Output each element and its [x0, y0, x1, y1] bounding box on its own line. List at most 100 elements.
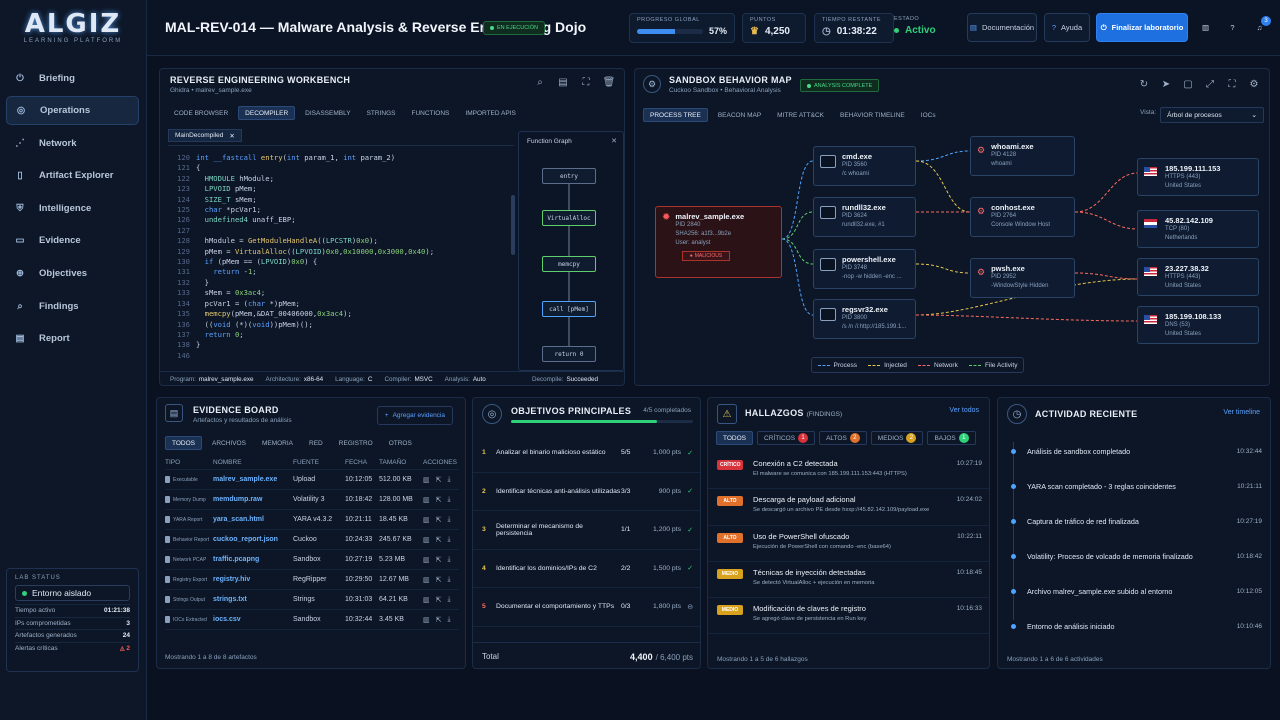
- tab-medios[interactable]: MEDIOS 2: [870, 431, 924, 445]
- delete-icon[interactable]: 🗑: [602, 75, 616, 89]
- sidebar-item-briefing[interactable]: ⏻ Briefing: [6, 64, 139, 93]
- cell-name[interactable]: malrev_sample.exe: [213, 476, 293, 483]
- finish-lab-button[interactable]: ⏻ Finalizar laboratorio: [1096, 13, 1188, 42]
- objective-item[interactable]: 4 Identificar los dominios/IPs de C2 2/2 1,…: [473, 550, 700, 588]
- view-icon[interactable]: ▥: [423, 496, 430, 504]
- process-node[interactable]: powershell.exe PID 3748 -nop -w hidden -en…: [813, 249, 916, 289]
- table-row[interactable]: Memory Dump memdump.raw Volatility 3 10:18:…: [165, 490, 459, 510]
- download-icon[interactable]: ⤓: [448, 616, 451, 624]
- view-icon[interactable]: ▥: [423, 616, 430, 624]
- table-row[interactable]: Network PCAP traffic.pcapng Sandbox 10:27:1…: [165, 550, 459, 570]
- process-node[interactable]: ⚙ whoami.exe PID 4128 whoami: [970, 136, 1075, 176]
- sidebar-item-findings[interactable]: ⌕ Findings: [6, 292, 139, 321]
- graph-node-entry[interactable]: entry: [542, 168, 596, 184]
- decompiled-code[interactable]: 120 int __fastcall entry(int param_1, int…: [168, 153, 514, 363]
- table-row[interactable]: Registry Export registry.hiv RegRipper 10:2…: [165, 570, 459, 590]
- cell-name[interactable]: memdump.raw: [213, 496, 293, 503]
- network-host-node[interactable]: 185.199.111.153 HTTPS (443) United States: [1137, 158, 1259, 196]
- sidebar-item-artifact-explorer[interactable]: ▯ Artifact Explorer: [6, 161, 139, 190]
- sidebar-item-operations[interactable]: ◎ Operations: [6, 96, 139, 125]
- objective-item[interactable]: 5 Documentar el comportamiento y TTPs 0/3 1…: [473, 588, 700, 627]
- tab-archivos[interactable]: ARCHIVOS: [206, 436, 252, 450]
- view-icon[interactable]: ▥: [423, 476, 430, 484]
- tab-críticos[interactable]: CRÍTICOS 1: [757, 431, 816, 445]
- open-icon[interactable]: ⇱: [436, 556, 442, 564]
- download-icon[interactable]: ⤓: [448, 516, 451, 524]
- view-icon[interactable]: ▥: [423, 576, 430, 584]
- finding-item[interactable]: MEDIO Técnicas de inyección detectadas Se …: [708, 562, 989, 599]
- search-icon[interactable]: ⌕: [533, 75, 547, 89]
- process-node[interactable]: rundll32.exe PID 3624 rundll32.exe, #1: [813, 197, 916, 237]
- code-scrollbar[interactable]: [511, 195, 515, 255]
- objective-item[interactable]: 2 Identificar técnicas anti-análisis util…: [473, 473, 700, 511]
- process-node[interactable]: cmd.exe PID 3560/c whoami: [813, 146, 916, 186]
- open-icon[interactable]: ⇱: [436, 616, 442, 624]
- tab-decompiler[interactable]: DECOMPILER: [238, 106, 296, 120]
- cell-name[interactable]: registry.hiv: [213, 576, 293, 583]
- network-host-node[interactable]: 23.227.38.32 HTTPS (443) United States: [1137, 258, 1259, 296]
- tab-imported-apis[interactable]: IMPORTED APIS: [459, 106, 521, 120]
- download-icon[interactable]: ⤓: [448, 476, 451, 484]
- finding-item[interactable]: ALTO Uso de PowerShell ofuscado Ejecución …: [708, 526, 989, 562]
- download-icon[interactable]: ⤓: [448, 576, 451, 584]
- download-icon[interactable]: ⤓: [448, 496, 451, 504]
- graph-node-call[interactable]: call [pMem]: [542, 301, 596, 317]
- tab-otros[interactable]: OTROS: [383, 436, 418, 450]
- finding-item[interactable]: ALTO Descarga de payload adicional Se desc…: [708, 489, 989, 526]
- view-icon[interactable]: ▥: [423, 516, 430, 524]
- sidebar-item-intelligence[interactable]: ⛨ Intelligence: [6, 194, 139, 223]
- documentation-button[interactable]: ▤ Documentación: [967, 13, 1037, 42]
- graph-node-memcpy[interactable]: memcpy: [542, 256, 596, 272]
- see-all-findings-link[interactable]: Ver todos: [949, 407, 979, 414]
- table-row[interactable]: Strings Output strings.txt Strings 10:31:03…: [165, 590, 459, 610]
- view-icon[interactable]: ▥: [423, 556, 430, 564]
- cell-name[interactable]: strings.txt: [213, 596, 293, 603]
- tab-strings[interactable]: STRINGS: [361, 106, 402, 120]
- file-tab[interactable]: MainDecompiled ✕: [168, 129, 242, 142]
- view-icon[interactable]: ▥: [423, 536, 430, 544]
- add-evidence-button[interactable]: + Agregar evidencia: [376, 406, 453, 425]
- tab-code-browser[interactable]: CODE BROWSER: [168, 106, 234, 120]
- open-icon[interactable]: ⇱: [436, 596, 442, 604]
- tab-disassembly[interactable]: DISASSEMBLY: [299, 106, 356, 120]
- download-icon[interactable]: ⤓: [448, 556, 451, 564]
- tab-registro[interactable]: REGISTRO: [333, 436, 379, 450]
- download-icon[interactable]: ⤓: [448, 536, 451, 544]
- download-icon[interactable]: ⤓: [448, 596, 451, 604]
- tab-altos[interactable]: ALTOS 2: [819, 431, 867, 445]
- help-circle-icon[interactable]: ?: [1223, 13, 1242, 42]
- finding-item[interactable]: CRÍTICO Conexión a C2 detectada El malware…: [708, 453, 989, 490]
- table-row[interactable]: YARA Report yara_scan.html YARA v4.3.2 10:2…: [165, 510, 459, 530]
- network-host-node[interactable]: 185.199.108.133 DNS (53) United States: [1137, 306, 1259, 344]
- sidebar-item-evidence[interactable]: ▭ Evidence: [6, 226, 139, 255]
- cell-name[interactable]: cuckoo_report.json: [213, 536, 293, 543]
- book-icon[interactable]: ▥: [1196, 13, 1215, 42]
- expand-icon[interactable]: ⛶: [579, 75, 593, 89]
- tab-red[interactable]: RED: [303, 436, 329, 450]
- table-row[interactable]: IOCs Extracted iocs.csv Sandbox 10:32:44 3.4…: [165, 610, 459, 630]
- objective-item[interactable]: 3 Determinar el mecanismo de persistencia…: [473, 511, 700, 550]
- sidebar-item-objectives[interactable]: ⊕ Objectives: [6, 259, 139, 288]
- tab-functions[interactable]: FUNCTIONS: [405, 106, 455, 120]
- cell-name[interactable]: yara_scan.html: [213, 516, 293, 523]
- cell-name[interactable]: traffic.pcapng: [213, 556, 293, 563]
- table-row[interactable]: Executable malrev_sample.exe Upload 10:12:0…: [165, 470, 459, 490]
- notes-icon[interactable]: ▤: [556, 75, 570, 89]
- sidebar-item-network[interactable]: ⋰ Network: [6, 129, 139, 158]
- graph-node-virtualalloc[interactable]: VirtualAlloc: [542, 210, 596, 226]
- table-row[interactable]: Behavior Report cuckoo_report.json Cuckoo 1…: [165, 530, 459, 550]
- tab-bajos[interactable]: BAJOS 1: [927, 431, 976, 445]
- open-icon[interactable]: ⇱: [436, 496, 442, 504]
- tab-memoria[interactable]: MEMORIA: [256, 436, 299, 450]
- process-node[interactable]: regsvr32.exe PID 3800/s /n /i:http://185.…: [813, 299, 916, 339]
- open-icon[interactable]: ⇱: [436, 536, 442, 544]
- network-host-node[interactable]: 45.82.142.109 TCP (80) Netherlands: [1137, 210, 1259, 248]
- tab-todos[interactable]: TODOS: [716, 431, 753, 445]
- root-process-node[interactable]: ✹ malrev_sample.exe PID 2840 SHA256: a1f…: [655, 206, 782, 278]
- view-icon[interactable]: ▥: [423, 596, 430, 604]
- open-icon[interactable]: ⇱: [436, 516, 442, 524]
- see-timeline-link[interactable]: Ver timeline: [1223, 409, 1260, 416]
- process-node[interactable]: ⚙ conhost.exe PID 2764 Console Window Host: [970, 197, 1075, 237]
- help-button[interactable]: ? Ayuda: [1044, 13, 1090, 42]
- process-node[interactable]: ⚙ pwsh.exe PID 2952 -WindowStyle Hidden: [970, 258, 1075, 298]
